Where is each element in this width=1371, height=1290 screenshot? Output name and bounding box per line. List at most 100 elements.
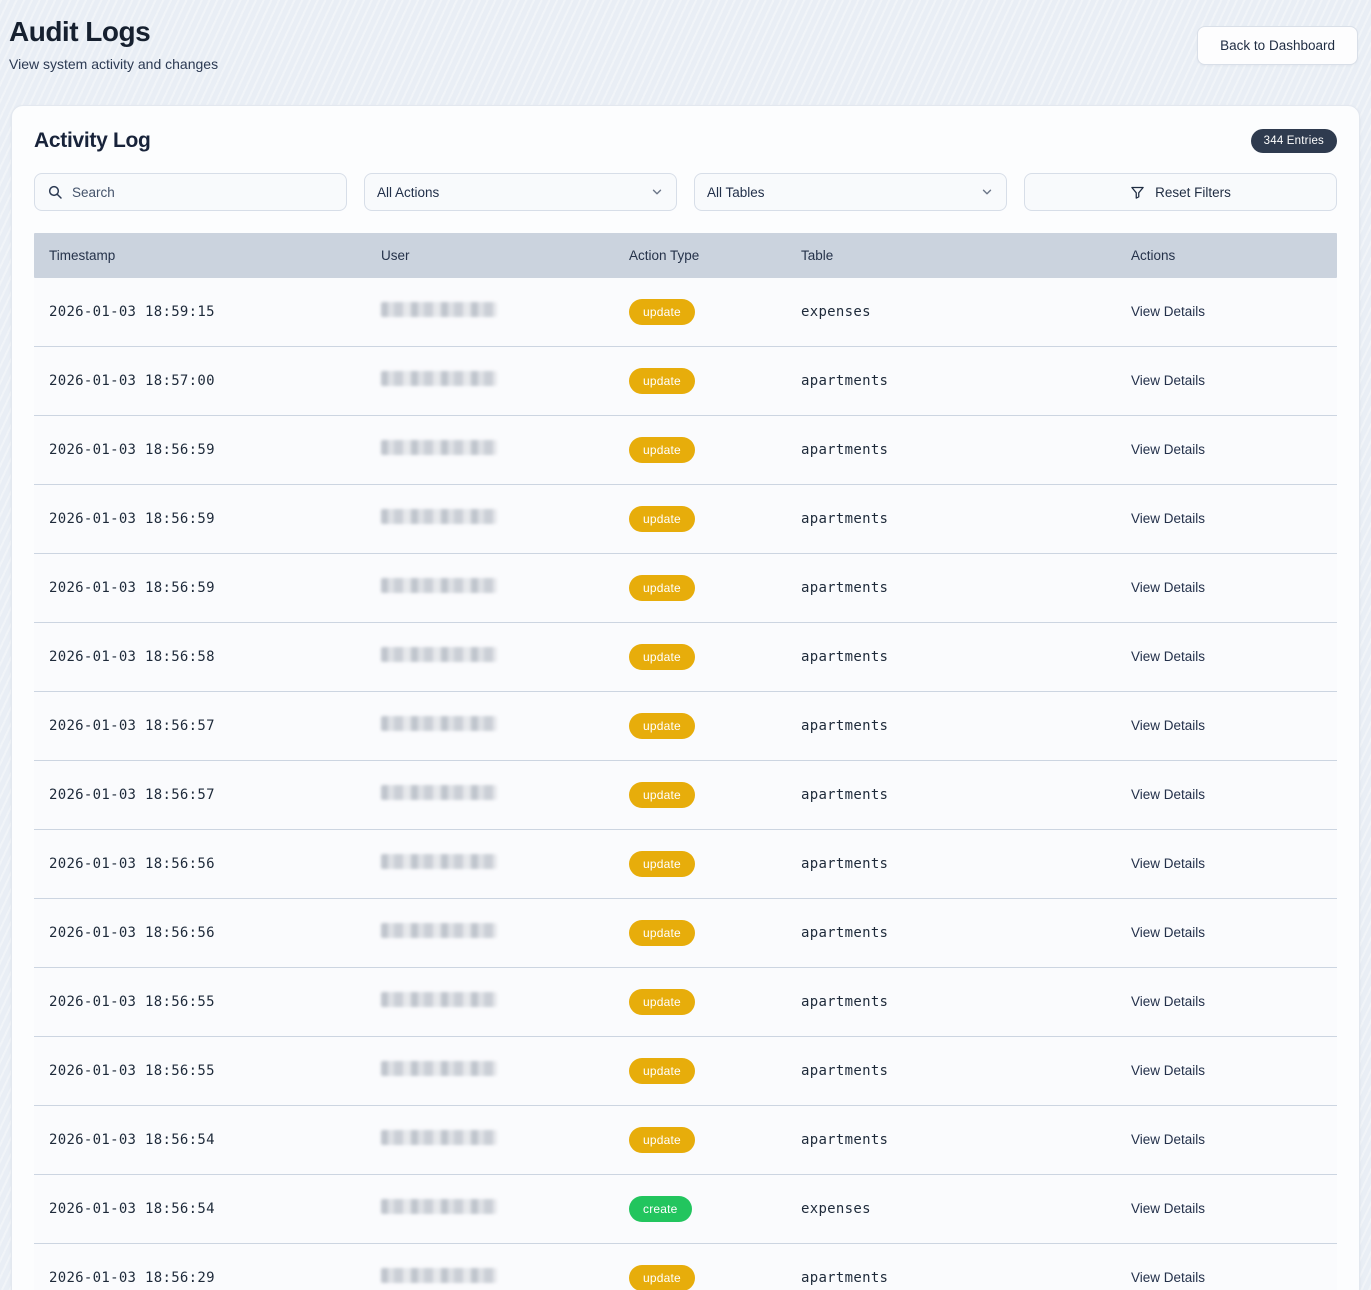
column-header-actions: Actions: [1116, 248, 1337, 263]
timestamp-cell: 2026-01-03 18:56:57: [49, 718, 215, 734]
timestamp-cell: 2026-01-03 18:56:59: [49, 511, 215, 527]
table-name-cell: apartments: [801, 856, 888, 872]
view-details-link[interactable]: View Details: [1131, 442, 1205, 457]
user-email-redacted: [381, 923, 497, 938]
timestamp-cell: 2026-01-03 18:56:56: [49, 925, 215, 941]
column-header-action-type: Action Type: [614, 248, 786, 263]
tables-filter-value: All Tables: [707, 185, 765, 200]
table-name-cell: apartments: [801, 787, 888, 803]
timestamp-cell: 2026-01-03 18:56:59: [49, 442, 215, 458]
audit-log-table: Timestamp User Action Type Table Actions…: [34, 233, 1337, 1290]
view-details-link[interactable]: View Details: [1131, 787, 1205, 802]
table-row: 2026-01-03 18:56:59 update apartments Vi…: [34, 554, 1337, 623]
table-row: 2026-01-03 18:57:00 update apartments Vi…: [34, 347, 1337, 416]
view-details-link[interactable]: View Details: [1131, 373, 1205, 388]
actions-filter-select[interactable]: All Actions: [364, 173, 677, 211]
page-header-text: Audit Logs View system activity and chan…: [9, 16, 218, 72]
action-type-badge: update: [629, 851, 695, 877]
column-header-table: Table: [786, 248, 1116, 263]
column-header-user: User: [366, 248, 614, 263]
table-name-cell: apartments: [801, 580, 888, 596]
timestamp-cell: 2026-01-03 18:59:15: [49, 304, 215, 320]
timestamp-cell: 2026-01-03 18:56:57: [49, 787, 215, 803]
action-type-badge: update: [629, 644, 695, 670]
table-name-cell: apartments: [801, 442, 888, 458]
user-email-redacted: [381, 371, 497, 386]
search-input[interactable]: [72, 185, 334, 200]
action-type-badge: update: [629, 368, 695, 394]
table-name-cell: expenses: [801, 1201, 871, 1217]
action-type-badge: update: [629, 1265, 695, 1290]
view-details-link[interactable]: View Details: [1131, 1132, 1205, 1147]
user-email-redacted: [381, 1268, 497, 1283]
user-email-redacted: [381, 785, 497, 800]
search-icon: [47, 184, 63, 200]
action-type-badge: update: [629, 1127, 695, 1153]
view-details-link[interactable]: View Details: [1131, 718, 1205, 733]
table-row: 2026-01-03 18:56:59 update apartments Vi…: [34, 485, 1337, 554]
view-details-link[interactable]: View Details: [1131, 511, 1205, 526]
timestamp-cell: 2026-01-03 18:56:56: [49, 856, 215, 872]
action-type-badge: update: [629, 782, 695, 808]
column-header-timestamp: Timestamp: [34, 248, 366, 263]
user-email-redacted: [381, 302, 497, 317]
tables-filter-select[interactable]: All Tables: [694, 173, 1007, 211]
activity-log-card: Activity Log 344 Entries All Actions All…: [11, 105, 1360, 1290]
table-name-cell: apartments: [801, 373, 888, 389]
user-email-redacted: [381, 1061, 497, 1076]
timestamp-cell: 2026-01-03 18:57:00: [49, 373, 215, 389]
action-type-badge: update: [629, 299, 695, 325]
activity-log-title: Activity Log: [34, 129, 151, 153]
action-type-badge: create: [629, 1196, 692, 1222]
view-details-link[interactable]: View Details: [1131, 580, 1205, 595]
table-name-cell: apartments: [801, 649, 888, 665]
action-type-badge: update: [629, 437, 695, 463]
page-header: Audit Logs View system activity and chan…: [0, 0, 1371, 105]
timestamp-cell: 2026-01-03 18:56:55: [49, 1063, 215, 1079]
view-details-link[interactable]: View Details: [1131, 1270, 1205, 1285]
table-name-cell: apartments: [801, 1132, 888, 1148]
action-type-badge: update: [629, 989, 695, 1015]
user-email-redacted: [381, 854, 497, 869]
action-type-badge: update: [629, 575, 695, 601]
table-name-cell: expenses: [801, 304, 871, 320]
table-row: 2026-01-03 18:56:55 update apartments Vi…: [34, 968, 1337, 1037]
view-details-link[interactable]: View Details: [1131, 649, 1205, 664]
actions-filter-value: All Actions: [377, 185, 439, 200]
funnel-icon: [1130, 185, 1145, 200]
table-row: 2026-01-03 18:56:55 update apartments Vi…: [34, 1037, 1337, 1106]
timestamp-cell: 2026-01-03 18:56:54: [49, 1132, 215, 1148]
reset-filters-button[interactable]: Reset Filters: [1024, 173, 1337, 211]
view-details-link[interactable]: View Details: [1131, 994, 1205, 1009]
table-row: 2026-01-03 18:56:54 create expenses View…: [34, 1175, 1337, 1244]
action-type-badge: update: [629, 1058, 695, 1084]
table-row: 2026-01-03 18:56:57 update apartments Vi…: [34, 692, 1337, 761]
user-email-redacted: [381, 1130, 497, 1145]
view-details-link[interactable]: View Details: [1131, 925, 1205, 940]
user-email-redacted: [381, 992, 497, 1007]
user-email-redacted: [381, 440, 497, 455]
timestamp-cell: 2026-01-03 18:56:58: [49, 649, 215, 665]
table-row: 2026-01-03 18:56:59 update apartments Vi…: [34, 416, 1337, 485]
user-email-redacted: [381, 647, 497, 662]
activity-log-card-header: Activity Log 344 Entries: [34, 129, 1337, 153]
action-type-badge: update: [629, 713, 695, 739]
table-row: 2026-01-03 18:56:54 update apartments Vi…: [34, 1106, 1337, 1175]
timestamp-cell: 2026-01-03 18:56:54: [49, 1201, 215, 1217]
table-name-cell: apartments: [801, 511, 888, 527]
view-details-link[interactable]: View Details: [1131, 856, 1205, 871]
table-row: 2026-01-03 18:56:29 update apartments Vi…: [34, 1244, 1337, 1290]
table-row: 2026-01-03 18:56:56 update apartments Vi…: [34, 899, 1337, 968]
view-details-link[interactable]: View Details: [1131, 1201, 1205, 1216]
search-field[interactable]: [34, 173, 347, 211]
table-header-row: Timestamp User Action Type Table Actions: [34, 233, 1337, 278]
view-details-link[interactable]: View Details: [1131, 304, 1205, 319]
back-to-dashboard-button[interactable]: Back to Dashboard: [1197, 26, 1358, 65]
timestamp-cell: 2026-01-03 18:56:29: [49, 1270, 215, 1286]
table-body: 2026-01-03 18:59:15 update expenses View…: [34, 278, 1337, 1290]
table-name-cell: apartments: [801, 1270, 888, 1286]
view-details-link[interactable]: View Details: [1131, 1063, 1205, 1078]
chevron-down-icon: [980, 185, 994, 199]
reset-filters-label: Reset Filters: [1155, 185, 1231, 200]
page-title: Audit Logs: [9, 16, 218, 48]
